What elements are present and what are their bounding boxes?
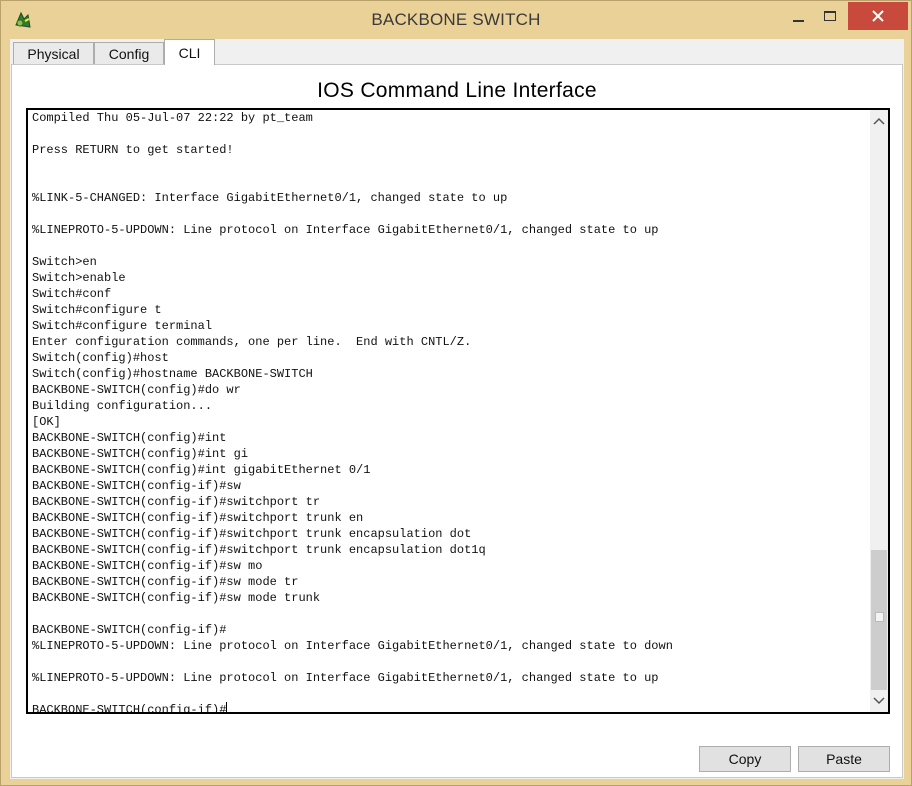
terminal-line: BACKBONE-SWITCH(config-if)#sw mo [32,559,263,573]
maximize-icon [824,11,836,21]
terminal-line: [OK] [32,415,61,429]
terminal-line: %LINEPROTO-5-UPDOWN: Line protocol on In… [32,671,659,685]
terminal-line: BACKBONE-SWITCH(config-if)#sw [32,479,241,493]
terminal-prompt-line: BACKBONE-SWITCH(config-if)# [32,702,868,712]
paste-button[interactable]: Paste [798,746,890,772]
device-window: BACKBONE SWITCH Physical Config CLI IOS … [0,0,912,786]
client-area: Physical Config CLI IOS Command Line Int… [10,39,904,779]
title-bar[interactable]: BACKBONE SWITCH [1,1,911,39]
terminal-line: Switch(config)#host [32,351,169,365]
terminal-output[interactable]: Compiled Thu 05-Jul-07 22:22 by pt_team P… [32,110,868,712]
terminal-line: Switch>en [32,255,97,269]
terminal-line: %LINEPROTO-5-UPDOWN: Line protocol on In… [32,223,659,237]
cli-panel: IOS Command Line Interface Compiled Thu … [11,64,903,778]
terminal-line: BACKBONE-SWITCH(config)#int gi [32,447,249,461]
terminal-line: Building configuration... [32,399,213,413]
text-cursor [226,702,228,712]
tab-cli[interactable]: CLI [164,39,215,65]
copy-button[interactable]: Copy [699,746,791,772]
terminal-line: Switch(config)#hostname BACKBONE-SWITCH [32,367,313,381]
close-button[interactable] [848,2,908,30]
terminal-line: Enter configuration commands, one per li… [32,335,472,349]
terminal-line: BACKBONE-SWITCH(config)#int [32,431,227,445]
terminal-prompt: BACKBONE-SWITCH(config-if)# [32,703,227,712]
scroll-down-button[interactable] [870,692,888,710]
terminal-line: BACKBONE-SWITCH(config-if)#switchport tr [32,495,321,509]
terminal-console[interactable]: Compiled Thu 05-Jul-07 22:22 by pt_team P… [26,108,890,714]
terminal-line: Switch#configure t [32,303,162,317]
terminal-line: Compiled Thu 05-Jul-07 22:22 by pt_team [32,111,313,125]
minimize-icon [792,20,804,22]
terminal-line: BACKBONE-SWITCH(config-if)#sw mode trunk [32,591,321,605]
cli-heading: IOS Command Line Interface [317,79,597,102]
chevron-down-icon [873,697,885,705]
vertical-scrollbar[interactable] [870,110,888,712]
scrollbar-grip [875,612,884,622]
close-icon [872,10,884,22]
terminal-line: BACKBONE-SWITCH(config-if)#sw mode tr [32,575,299,589]
terminal-line: Switch#conf [32,287,112,301]
terminal-line: Press RETURN to get started! [32,143,234,157]
terminal-line: BACKBONE-SWITCH(config)#do wr [32,383,241,397]
tab-bar: Physical Config CLI [10,39,904,65]
terminal-line: BACKBONE-SWITCH(config-if)#switchport tr… [32,543,486,557]
window-title: BACKBONE SWITCH [371,10,541,29]
terminal-line: BACKBONE-SWITCH(config-if)#switchport tr… [32,527,472,541]
minimize-button[interactable] [783,3,813,29]
terminal-line: BACKBONE-SWITCH(config-if)#switchport tr… [32,511,364,525]
terminal-line: Switch>enable [32,271,126,285]
maximize-button[interactable] [816,3,844,29]
terminal-line: %LINK-5-CHANGED: Interface GigabitEthern… [32,191,508,205]
tab-config[interactable]: Config [94,42,164,64]
terminal-line: BACKBONE-SWITCH(config)#int gigabitEther… [32,463,371,477]
scrollbar-thumb[interactable] [871,550,887,690]
terminal-line: BACKBONE-SWITCH(config-if)# [32,623,227,637]
scroll-up-button[interactable] [870,112,888,130]
terminal-line: Switch#configure terminal [32,319,213,333]
chevron-up-icon [873,117,885,125]
terminal-line: %LINEPROTO-5-UPDOWN: Line protocol on In… [32,639,673,653]
tab-physical[interactable]: Physical [13,42,94,64]
